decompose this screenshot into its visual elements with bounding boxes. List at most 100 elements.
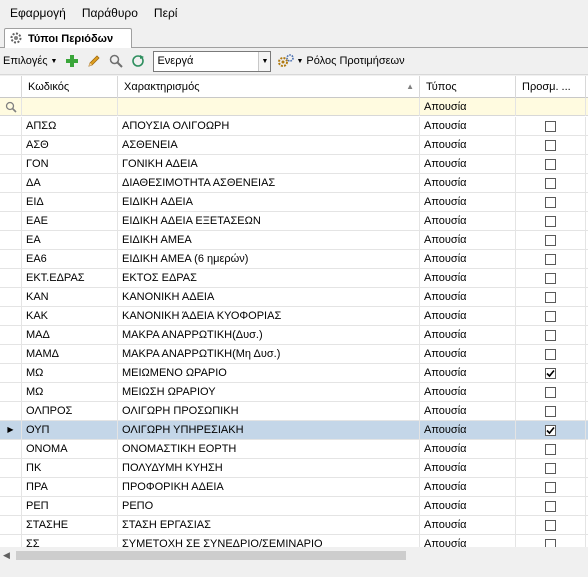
refresh-button[interactable] — [128, 52, 147, 71]
status-filter-select[interactable]: Ενεργά ▼ — [153, 50, 272, 72]
extra-checkbox[interactable] — [545, 481, 556, 493]
row-indicator[interactable] — [0, 364, 22, 382]
cell-code[interactable]: ΟΝΟΜΑ — [22, 440, 118, 458]
filter-type-input[interactable]: Απουσία — [420, 98, 516, 116]
row-indicator[interactable]: ▶ — [0, 421, 22, 439]
cell-code[interactable]: ΕΑ — [22, 231, 118, 249]
extra-checkbox[interactable] — [545, 310, 556, 322]
cell-description[interactable]: ΠΟΛΥΔΥΜΗ ΚΥΗΣΗ — [118, 459, 420, 477]
cell-type[interactable]: Απουσία — [420, 364, 516, 382]
cell-code[interactable]: ΣΤΑΣΗΕ — [22, 516, 118, 534]
extra-checkbox[interactable] — [545, 272, 556, 284]
table-row[interactable]: ΔΑ ΔΙΑΘΕΣΙΜΟΤΗΤΑ ΑΣΘΕΝΕΙΑΣ Απουσία — [0, 174, 588, 193]
table-row[interactable]: ΣΤΑΣΗΕ ΣΤΑΣΗ ΕΡΓΑΣΙΑΣ Απουσία — [0, 516, 588, 535]
horizontal-scrollbar[interactable]: ◀ — [0, 547, 588, 564]
extra-checkbox[interactable] — [545, 443, 556, 455]
extra-checkbox[interactable] — [545, 329, 556, 341]
cell-description[interactable]: ΠΡΟΦΟΡΙΚΗ ΑΔΕΙΑ — [118, 478, 420, 496]
extra-checkbox[interactable] — [545, 424, 556, 436]
cell-description[interactable]: ΟΛΙΓΩΡΗ ΥΠΗΡΕΣΙΑΚΗ — [118, 421, 420, 439]
cell-code[interactable]: ΑΣΘ — [22, 136, 118, 154]
options-menu[interactable]: Επιλογές — [3, 55, 48, 67]
cell-type[interactable]: Απουσία — [420, 288, 516, 306]
cell-description[interactable]: ΑΣΘΕΝΕΙΑ — [118, 136, 420, 154]
row-indicator[interactable] — [0, 269, 22, 287]
cell-description[interactable]: ΕΙΔΙΚΗ ΑΔΕΙΑ ΕΞΕΤΑΣΕΩΝ — [118, 212, 420, 230]
table-row[interactable]: ΕΑΕ ΕΙΔΙΚΗ ΑΔΕΙΑ ΕΞΕΤΑΣΕΩΝ Απουσία — [0, 212, 588, 231]
chevron-down-icon[interactable]: ▼ — [51, 58, 58, 65]
table-row[interactable]: ΜΑΔ ΜΑΚΡΑ ΑΝΑΡΡΩΤΙΚΗ(Δυσ.) Απουσία — [0, 326, 588, 345]
cell-type[interactable]: Απουσία — [420, 440, 516, 458]
column-header-description[interactable]: Χαρακτηρισμός ▲ — [118, 76, 420, 98]
cell-description[interactable]: ΜΑΚΡΑ ΑΝΑΡΡΩΤΙΚΗ(Δυσ.) — [118, 326, 420, 344]
cell-description[interactable]: ΣΤΑΣΗ ΕΡΓΑΣΙΑΣ — [118, 516, 420, 534]
filter-code-input[interactable] — [22, 98, 118, 116]
extra-checkbox[interactable] — [545, 158, 556, 170]
cell-type[interactable]: Απουσία — [420, 212, 516, 230]
cell-type[interactable]: Απουσία — [420, 155, 516, 173]
cell-type[interactable]: Απουσία — [420, 421, 516, 439]
column-header-code[interactable]: Κωδικός — [22, 76, 118, 98]
table-row[interactable]: ΠΚ ΠΟΛΥΔΥΜΗ ΚΥΗΣΗ Απουσία — [0, 459, 588, 478]
column-header-extra[interactable]: Προσμ. ... — [516, 76, 586, 98]
cell-type[interactable]: Απουσία — [420, 136, 516, 154]
cell-description[interactable]: ΕΙΔΙΚΗ ΑΜΕΑ — [118, 231, 420, 249]
cell-code[interactable]: ΟΛΠΡΟΣ — [22, 402, 118, 420]
row-indicator[interactable] — [0, 402, 22, 420]
extra-checkbox[interactable] — [545, 139, 556, 151]
cell-code[interactable]: ΜΩ — [22, 383, 118, 401]
extra-checkbox[interactable] — [545, 386, 556, 398]
menu-about[interactable]: Περί — [146, 2, 186, 24]
edit-button[interactable] — [84, 52, 103, 71]
table-row[interactable]: ΜΩ ΜΕΙΩΣΗ ΩΡΑΡΙΟΥ Απουσία — [0, 383, 588, 402]
extra-checkbox[interactable] — [545, 348, 556, 360]
cell-code[interactable]: ΠΡΑ — [22, 478, 118, 496]
cell-description[interactable]: ΔΙΑΘΕΣΙΜΟΤΗΤΑ ΑΣΘΕΝΕΙΑΣ — [118, 174, 420, 192]
cell-description[interactable]: ΚΑΝΟΝΙΚΗ ΑΔΕΙΑ — [118, 288, 420, 306]
cell-code[interactable]: ΕΚΤ.ΕΔΡΑΣ — [22, 269, 118, 287]
cell-description[interactable]: ΟΛΙΓΩΡΗ ΠΡΟΣΩΠΙΚΗ — [118, 402, 420, 420]
cell-description[interactable]: ΡΕΠΟ — [118, 497, 420, 515]
extra-checkbox[interactable] — [545, 519, 556, 531]
cell-description[interactable]: ΚΑΝΟΝΙΚΗ ΆΔΕΙΑ ΚΥΟΦΟΡΙΑΣ — [118, 307, 420, 325]
cell-code[interactable]: ΠΚ — [22, 459, 118, 477]
row-indicator[interactable] — [0, 155, 22, 173]
cell-description[interactable]: ΜΕΙΩΜΕΝΟ ΩΡΑΡΙΟ — [118, 364, 420, 382]
cell-code[interactable]: ΜΩ — [22, 364, 118, 382]
cell-code[interactable]: ΚΑΝ — [22, 288, 118, 306]
menu-window[interactable]: Παράθυρο — [74, 2, 146, 24]
cell-description[interactable]: ΟΝΟΜΑΣΤΙΚΗ ΕΟΡΤΗ — [118, 440, 420, 458]
table-row[interactable]: ΜΑΜΔ ΜΑΚΡΑ ΑΝΑΡΡΩΤΙΚΗ(Μη Δυσ.) Απουσία — [0, 345, 588, 364]
cell-code[interactable]: ΡΕΠ — [22, 497, 118, 515]
cell-type[interactable]: Απουσία — [420, 307, 516, 325]
cell-code[interactable]: ΣΣ — [22, 535, 118, 547]
roles-preferences-button[interactable]: ▼ Ρόλος Προτιμήσεων — [277, 53, 405, 69]
row-indicator[interactable] — [0, 535, 22, 547]
row-indicator[interactable] — [0, 231, 22, 249]
table-row[interactable]: ΠΡΑ ΠΡΟΦΟΡΙΚΗ ΑΔΕΙΑ Απουσία — [0, 478, 588, 497]
extra-checkbox[interactable] — [545, 367, 556, 379]
cell-code[interactable]: ΟΥΠ — [22, 421, 118, 439]
filter-description-input[interactable] — [118, 98, 420, 116]
row-indicator[interactable] — [0, 288, 22, 306]
row-indicator[interactable] — [0, 497, 22, 515]
menu-application[interactable]: Εφαρμογή — [2, 2, 74, 24]
cell-code[interactable]: ΜΑΔ — [22, 326, 118, 344]
extra-checkbox[interactable] — [545, 405, 556, 417]
row-indicator[interactable] — [0, 117, 22, 135]
cell-code[interactable]: ΓΟΝ — [22, 155, 118, 173]
extra-checkbox[interactable] — [545, 177, 556, 189]
extra-checkbox[interactable] — [545, 291, 556, 303]
cell-type[interactable]: Απουσία — [420, 402, 516, 420]
cell-description[interactable]: ΜΕΙΩΣΗ ΩΡΑΡΙΟΥ — [118, 383, 420, 401]
column-header-type[interactable]: Τύπος — [420, 76, 516, 98]
row-indicator[interactable] — [0, 307, 22, 325]
extra-checkbox[interactable] — [545, 253, 556, 265]
cell-code[interactable]: ΔΑ — [22, 174, 118, 192]
row-indicator[interactable] — [0, 326, 22, 344]
cell-code[interactable]: ΕΙΔ — [22, 193, 118, 211]
table-row[interactable]: ΟΝΟΜΑ ΟΝΟΜΑΣΤΙΚΗ ΕΟΡΤΗ Απουσία — [0, 440, 588, 459]
table-row[interactable]: ΑΣΘ ΑΣΘΕΝΕΙΑ Απουσία — [0, 136, 588, 155]
chevron-down-icon[interactable]: ▼ — [296, 58, 303, 65]
cell-type[interactable]: Απουσία — [420, 535, 516, 547]
